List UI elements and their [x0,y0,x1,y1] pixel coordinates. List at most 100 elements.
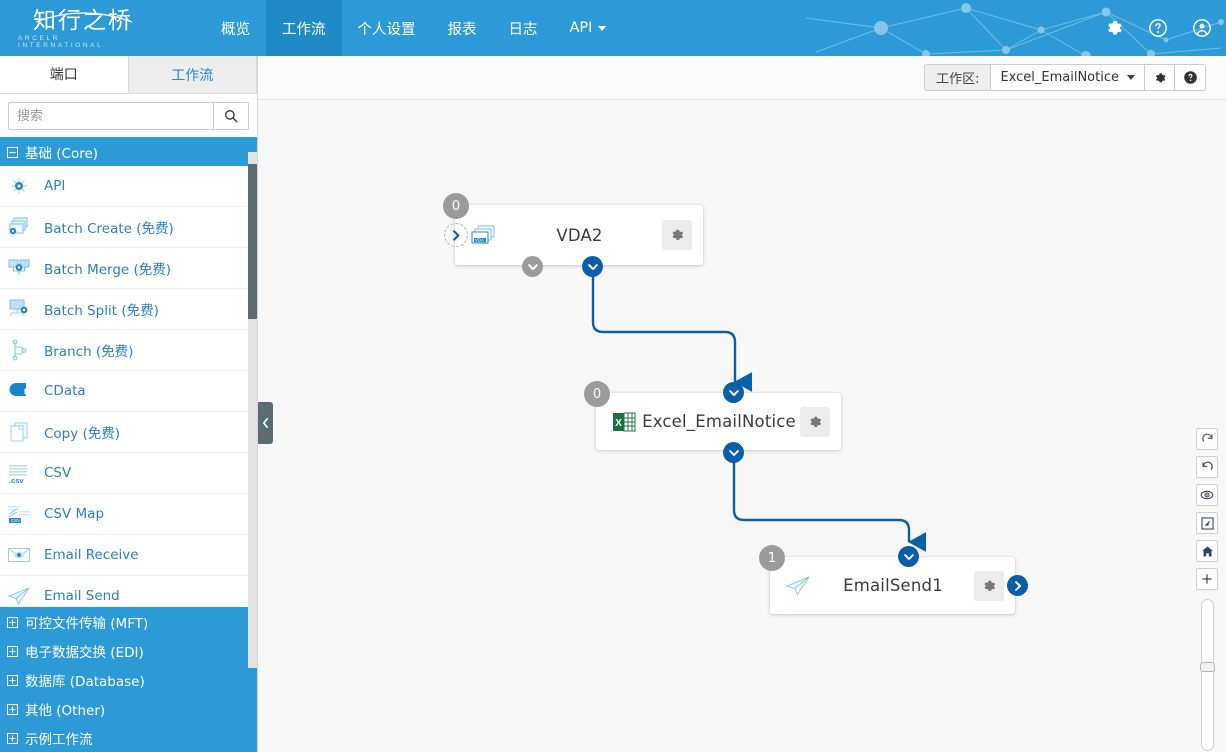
list-item-label: CSV [44,465,71,481]
list-item[interactable]: CSV CSV Map [0,494,257,535]
workspace-settings-button[interactable] [1145,65,1175,90]
tab-label: 端口 [50,64,78,84]
zoom-in-button[interactable] [1196,568,1218,590]
category-label: 数据库 (Database) [25,670,145,690]
badge-count: 0 [452,199,460,214]
list-item[interactable]: Batch Merge (免费) [0,248,257,289]
flow-node-vda2[interactable]: VDA VDA2 [455,205,703,265]
tab-workflows[interactable]: 工作流 [129,56,258,93]
node-output-connector-blue-vda2[interactable] [582,256,603,277]
sidebar-collapse-handle[interactable] [258,402,273,444]
branch-icon [6,337,32,363]
sidebar-tabs: 端口 工作流 [0,56,257,94]
list-item-label: Branch (免费) [44,340,133,360]
nav-item-workflow[interactable]: 工作流 [266,0,342,56]
list-item-label: Batch Create (免费) [44,217,174,237]
badge-count: 0 [593,387,601,402]
plus-box-icon [7,703,18,714]
node-badge-emailsend1: 1 [759,545,785,571]
zoom-in-icon [1201,573,1213,585]
list-item[interactable]: CData [0,371,257,412]
main-nav: 概览 工作流 个人设置 报表 日志 API [205,0,622,56]
sidebar-scrollbar-thumb[interactable] [248,164,257,319]
category-label: 可控文件传输 (MFT) [25,612,148,632]
chevron-down-icon [728,387,740,399]
node-output-connector-excel[interactable] [723,442,744,463]
undo-button[interactable] [1196,456,1218,478]
fit-screen-button[interactable] [1196,512,1218,534]
node-output-connector-right-emailsend1[interactable] [1007,575,1028,596]
nav-item-api[interactable]: API [554,0,623,56]
zoom-slider-handle[interactable] [1200,662,1215,672]
node-settings-button[interactable] [662,220,692,250]
category-other[interactable]: 其他 (Other) [0,694,258,723]
home-button[interactable] [1196,540,1218,562]
excel-icon: X [610,408,638,436]
category-label: 电子数据交换 (EDI) [25,641,144,661]
chevron-down-icon [903,551,915,563]
nav-label: API [570,20,593,36]
node-settings-button[interactable] [800,407,830,437]
list-item[interactable]: Copy (免费) [0,412,257,453]
list-item[interactable]: Branch (免费) [0,330,257,371]
top-header: 知行之桥 ARCELR INTERNATIONAL 概览 工作流 个人设置 报表… [0,0,1226,56]
category-database[interactable]: 数据库 (Database) [0,665,258,694]
zoom-slider[interactable] [1201,599,1214,751]
email-receive-icon [6,542,32,568]
node-input-connector-emailsend1[interactable] [898,546,919,567]
flow-node-emailsend1[interactable]: EmailSend1 [770,557,1015,614]
gear-icon [669,227,685,243]
category-edi[interactable]: 电子数据交换 (EDI) [0,636,258,665]
workspace-label: 工作区: [925,65,991,90]
nav-label: 报表 [448,18,477,39]
preview-button[interactable] [1196,484,1218,506]
workspace-help-button[interactable] [1175,65,1205,90]
list-item-label: Batch Merge (免费) [44,258,171,278]
list-item-label: Copy (免费) [44,422,120,442]
nav-item-overview[interactable]: 概览 [205,0,266,56]
node-input-connector-vda2[interactable] [444,223,468,247]
tab-ports[interactable]: 端口 [0,56,129,93]
list-item[interactable]: Email Receive [0,535,257,576]
app-logo[interactable]: 知行之桥 ARCELR INTERNATIONAL [18,6,148,50]
collapsed-categories: 可控文件传输 (MFT) 电子数据交换 (EDI) 数据库 (Database)… [0,607,258,752]
chevron-down-icon [728,447,740,459]
list-item[interactable]: .csv CSV [0,453,257,494]
help-icon[interactable] [1148,18,1168,38]
node-input-connector-excel[interactable] [723,382,744,403]
nav-item-reports[interactable]: 报表 [432,0,493,56]
list-item-label: Email Send [44,588,120,604]
copy-icon [6,419,32,445]
workflow-canvas[interactable]: 工作区: Excel_EmailNotice [258,56,1226,752]
list-item-label: Email Receive [44,547,139,563]
nav-item-logs[interactable]: 日志 [493,0,554,56]
gear-icon[interactable] [1104,18,1124,38]
category-mft[interactable]: 可控文件传输 (MFT) [0,607,258,636]
port-list: API Batch Create (免费) Batch Merge (免费) B… [0,166,257,617]
search-input[interactable] [8,102,213,130]
category-sample-workflows[interactable]: 示例工作流 [0,723,258,752]
list-item[interactable]: Batch Split (免费) [0,289,257,330]
search-row [0,94,257,137]
node-settings-button[interactable] [974,571,1004,601]
workspace-dropdown[interactable]: Excel_EmailNotice [991,65,1145,90]
list-item-label: CSV Map [44,506,104,522]
user-icon[interactable] [1192,18,1212,38]
help-icon [1183,70,1198,85]
gear-icon [1153,71,1167,85]
list-item[interactable]: API [0,166,257,207]
plus-box-icon [7,616,18,627]
node-output-connector-gray-vda2[interactable] [522,256,543,277]
search-button[interactable] [213,102,249,130]
node-badge-excel: 0 [584,381,610,407]
canvas-toolbar: 工作区: Excel_EmailNotice [258,56,1226,100]
category-label: 其他 (Other) [25,699,105,719]
batch-create-icon [6,214,32,240]
flow-node-excel-emailnotice[interactable]: X Excel_EmailNotice [596,393,841,450]
eye-icon [1200,488,1214,502]
category-label: 示例工作流 [25,728,93,748]
redo-button[interactable] [1196,428,1218,450]
nav-item-personal-settings[interactable]: 个人设置 [342,0,432,56]
list-item[interactable]: Batch Create (免费) [0,207,257,248]
category-core[interactable]: 基础 (Core) [0,137,257,166]
